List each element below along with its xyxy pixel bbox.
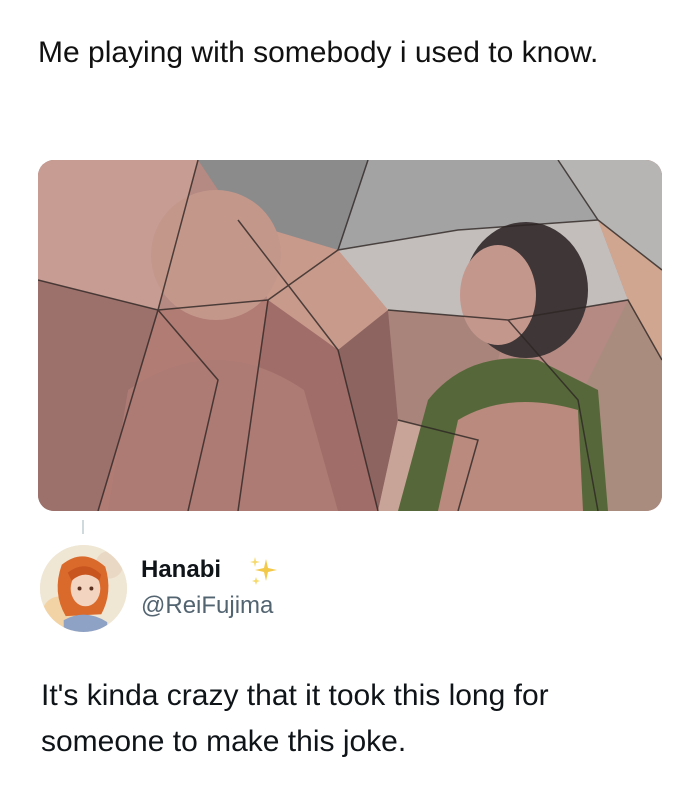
post-caption: Me playing with somebody i used to know. bbox=[38, 36, 599, 69]
reply-text: It's kinda crazy that it took this long … bbox=[41, 679, 549, 758]
anime-girl-avatar bbox=[40, 545, 127, 632]
avatar[interactable] bbox=[40, 545, 127, 632]
stained-glass-figures-image bbox=[38, 160, 662, 511]
display-name[interactable]: Hanabi bbox=[141, 556, 221, 584]
sparkles-icon bbox=[250, 557, 277, 585]
user-handle[interactable]: @ReiFujima bbox=[141, 592, 273, 620]
post-image[interactable] bbox=[38, 160, 662, 511]
thread-connector bbox=[82, 520, 84, 534]
